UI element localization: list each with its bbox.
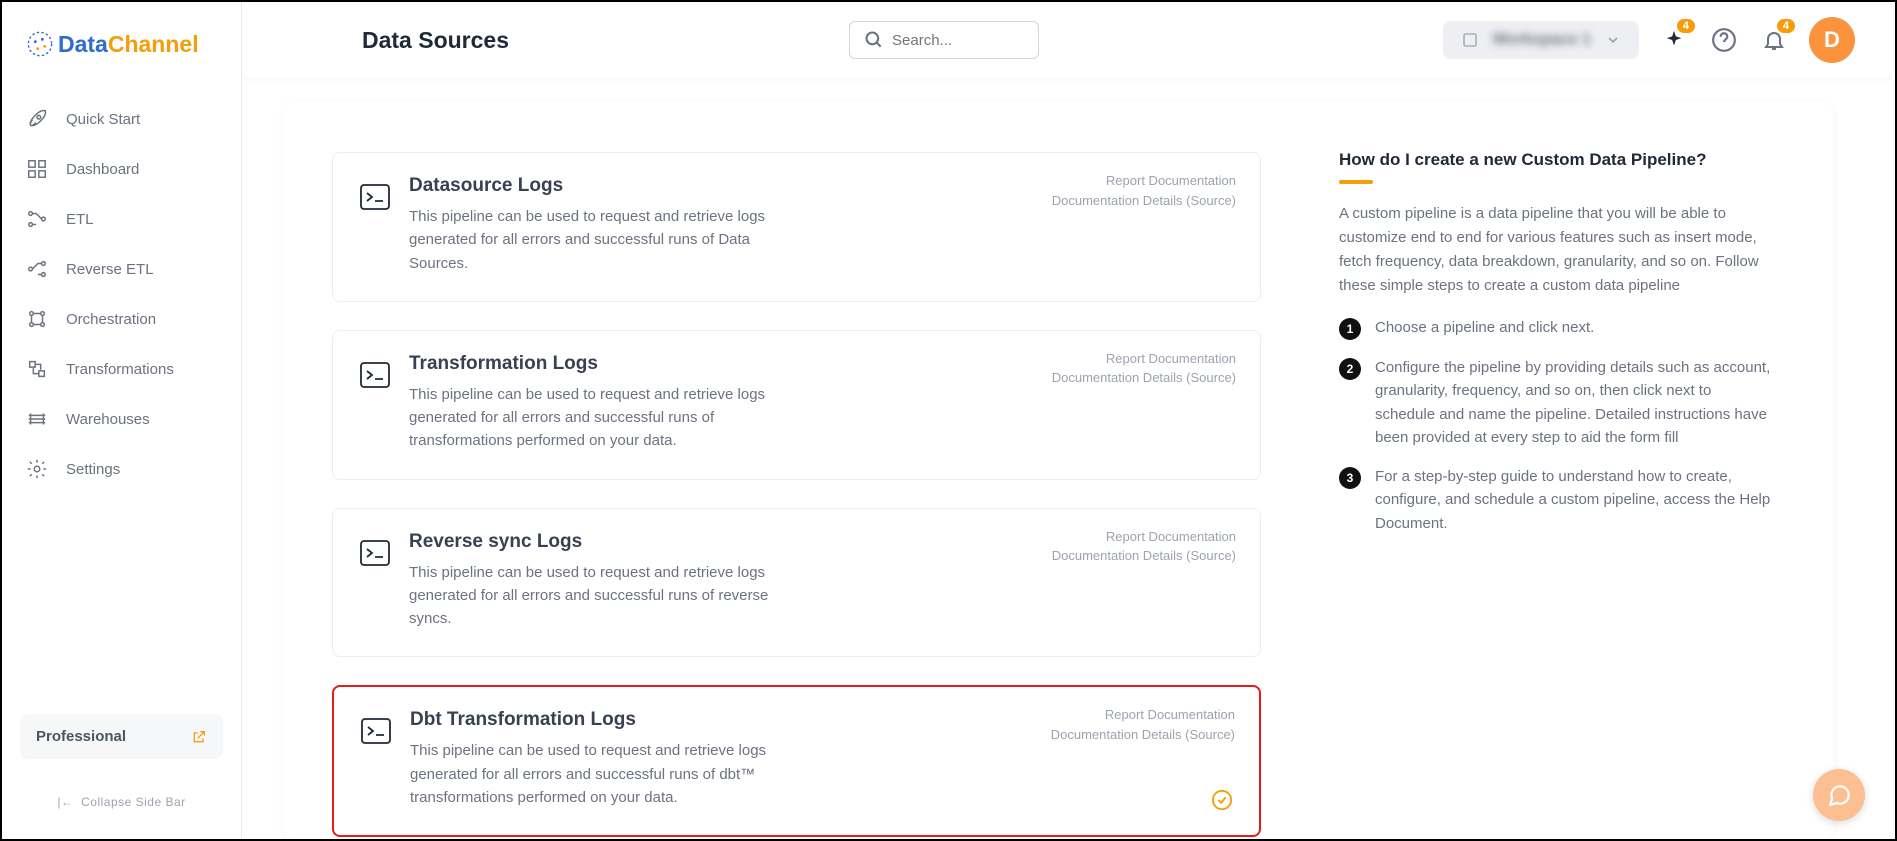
sidebar-item-orchestration[interactable]: Orchestration bbox=[2, 294, 241, 344]
sidebar-item-reverse-etl[interactable]: Reverse ETL bbox=[2, 244, 241, 294]
sparkle-button[interactable]: 4 bbox=[1659, 25, 1689, 55]
chat-fab[interactable] bbox=[1813, 769, 1865, 821]
info-title: How do I create a new Custom Data Pipeli… bbox=[1339, 150, 1773, 170]
orchestration-icon bbox=[26, 308, 48, 330]
check-circle-icon bbox=[1211, 789, 1233, 811]
card-dbt-transformation-logs[interactable]: Dbt Transformation Logs This pipeline ca… bbox=[332, 685, 1261, 837]
step-text: Configure the pipeline by providing deta… bbox=[1375, 356, 1773, 449]
card-desc: This pipeline can be used to request and… bbox=[410, 739, 790, 809]
nav-label: Orchestration bbox=[66, 311, 156, 328]
dashboard-icon bbox=[26, 158, 48, 180]
info-underline bbox=[1339, 180, 1373, 184]
workspace-name: Workspace 1 bbox=[1493, 31, 1591, 49]
brand-data: Data bbox=[58, 31, 108, 57]
plan-label: Professional bbox=[36, 728, 126, 745]
sidebar-item-dashboard[interactable]: Dashboard bbox=[2, 144, 241, 194]
collapse-label: Collapse Side Bar bbox=[81, 795, 186, 809]
nav-label: Settings bbox=[66, 461, 120, 478]
workspace-selector[interactable]: Workspace 1 bbox=[1443, 21, 1639, 59]
step-3: 3 For a step-by-step guide to understand… bbox=[1339, 465, 1773, 535]
info-steps: 1 Choose a pipeline and click next. 2 Co… bbox=[1339, 316, 1773, 535]
terminal-icon bbox=[360, 715, 392, 747]
nav: Quick Start Dashboard ETL Reverse ETL Or… bbox=[2, 86, 241, 502]
step-number: 3 bbox=[1339, 467, 1361, 489]
notifications-badge: 4 bbox=[1777, 19, 1795, 33]
brand-channel: Channel bbox=[108, 31, 199, 57]
sidebar-item-transformations[interactable]: Transformations bbox=[2, 344, 241, 394]
transformations-icon bbox=[26, 358, 48, 380]
doc-details-link[interactable]: Documentation Details (Source) bbox=[1051, 725, 1235, 745]
info-panel: How do I create a new Custom Data Pipeli… bbox=[1309, 102, 1833, 839]
terminal-icon bbox=[359, 181, 391, 213]
step-text: Choose a pipeline and click next. bbox=[1375, 316, 1594, 340]
settings-icon bbox=[26, 458, 48, 480]
plan-badge[interactable]: Professional bbox=[20, 714, 223, 759]
nav-label: Reverse ETL bbox=[66, 261, 154, 278]
page-title: Data Sources bbox=[362, 27, 509, 54]
terminal-icon bbox=[359, 359, 391, 391]
search-icon bbox=[864, 30, 884, 50]
notifications-button[interactable]: 4 bbox=[1759, 25, 1789, 55]
card-desc: This pipeline can be used to request and… bbox=[409, 383, 789, 453]
rocket-icon bbox=[26, 108, 48, 130]
step-2: 2 Configure the pipeline by providing de… bbox=[1339, 356, 1773, 449]
main-panel: Datasource Logs This pipeline can be use… bbox=[284, 102, 1833, 839]
brand-logo[interactable]: DataChannel bbox=[2, 2, 241, 86]
step-number: 1 bbox=[1339, 318, 1361, 340]
chat-icon bbox=[1826, 782, 1852, 808]
card-desc: This pipeline can be used to request and… bbox=[409, 561, 789, 631]
workspace-icon bbox=[1461, 31, 1479, 49]
info-text: A custom pipeline is a data pipeline tha… bbox=[1339, 202, 1773, 298]
card-datasource-logs[interactable]: Datasource Logs This pipeline can be use… bbox=[332, 152, 1261, 302]
help-button[interactable] bbox=[1709, 25, 1739, 55]
report-doc-link[interactable]: Report Documentation bbox=[1052, 171, 1236, 191]
collapse-sidebar[interactable]: |← Collapse Side Bar bbox=[2, 795, 241, 809]
terminal-icon bbox=[359, 537, 391, 569]
nav-label: Warehouses bbox=[66, 411, 150, 428]
reverse-etl-icon bbox=[26, 258, 48, 280]
sidebar-item-settings[interactable]: Settings bbox=[2, 444, 241, 494]
nav-label: Transformations bbox=[66, 361, 174, 378]
step-text: For a step-by-step guide to understand h… bbox=[1375, 465, 1773, 535]
external-link-icon bbox=[191, 729, 207, 745]
collapse-icon: |← bbox=[57, 795, 73, 809]
sidebar-item-quick-start[interactable]: Quick Start bbox=[2, 94, 241, 144]
topbar: Data Sources Workspace 1 4 4 D bbox=[242, 2, 1895, 78]
nav-label: Dashboard bbox=[66, 161, 139, 178]
report-doc-link[interactable]: Report Documentation bbox=[1052, 349, 1236, 369]
nav-label: Quick Start bbox=[66, 111, 140, 128]
report-doc-link[interactable]: Report Documentation bbox=[1052, 527, 1236, 547]
pipeline-cards: Datasource Logs This pipeline can be use… bbox=[284, 102, 1309, 839]
doc-details-link[interactable]: Documentation Details (Source) bbox=[1052, 191, 1236, 211]
report-doc-link[interactable]: Report Documentation bbox=[1051, 705, 1235, 725]
doc-details-link[interactable]: Documentation Details (Source) bbox=[1052, 368, 1236, 388]
chevron-down-icon bbox=[1605, 32, 1621, 48]
topbar-right: Workspace 1 4 4 D bbox=[1443, 17, 1855, 63]
card-desc: This pipeline can be used to request and… bbox=[409, 205, 789, 275]
search-input[interactable] bbox=[892, 32, 1022, 49]
doc-details-link[interactable]: Documentation Details (Source) bbox=[1052, 546, 1236, 566]
warehouse-icon bbox=[26, 408, 48, 430]
logo-icon bbox=[26, 30, 54, 58]
search-box[interactable] bbox=[849, 21, 1039, 59]
nav-label: ETL bbox=[66, 211, 94, 228]
sidebar-item-etl[interactable]: ETL bbox=[2, 194, 241, 244]
card-transformation-logs[interactable]: Transformation Logs This pipeline can be… bbox=[332, 330, 1261, 480]
sidebar: DataChannel Quick Start Dashboard ETL Re… bbox=[2, 2, 242, 839]
avatar[interactable]: D bbox=[1809, 17, 1855, 63]
sidebar-item-warehouses[interactable]: Warehouses bbox=[2, 394, 241, 444]
step-1: 1 Choose a pipeline and click next. bbox=[1339, 316, 1773, 340]
sparkle-badge: 4 bbox=[1677, 19, 1695, 33]
step-number: 2 bbox=[1339, 358, 1361, 380]
card-reverse-sync-logs[interactable]: Reverse sync Logs This pipeline can be u… bbox=[332, 508, 1261, 658]
help-icon bbox=[1711, 27, 1737, 53]
etl-icon bbox=[26, 208, 48, 230]
